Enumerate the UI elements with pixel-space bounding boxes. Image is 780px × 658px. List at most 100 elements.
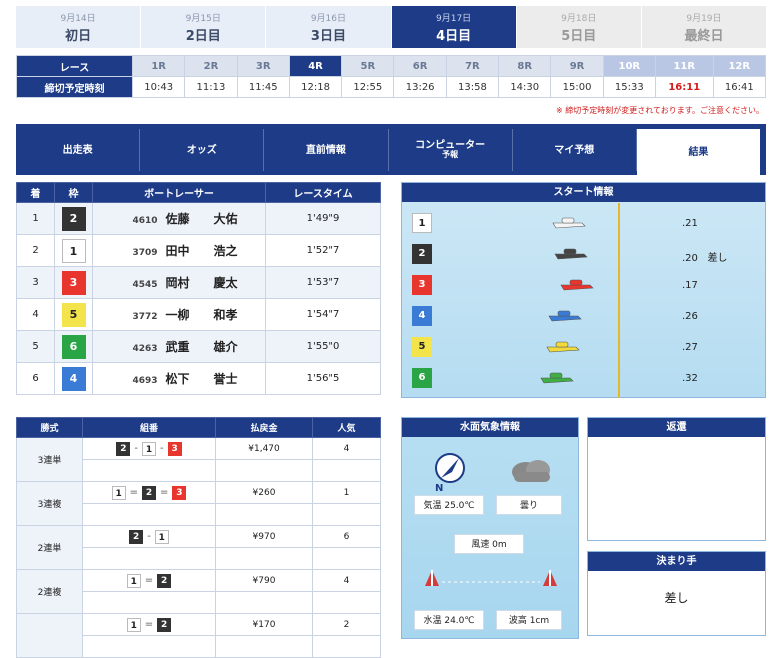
- day-tabs: 9月14日 初日 9月15日 2日目 9月16日 3日目 9月17日 4日目 9月18日 5日目 9…: [16, 6, 767, 48]
- col-time: レースタイム: [265, 182, 381, 203]
- combo-waku: 2: [157, 573, 172, 588]
- waku-cell: 1: [54, 234, 93, 267]
- racer-cell[interactable]: 3709 田中 浩之: [92, 234, 266, 267]
- day-tab[interactable]: 9月17日 4日目: [391, 6, 516, 48]
- day-tab[interactable]: 9月15日 2日目: [141, 6, 266, 48]
- racer-name[interactable]: 松下 誉士: [166, 372, 238, 386]
- race-tab[interactable]: 10R: [602, 55, 656, 77]
- result-row: 2 1 3709 田中 浩之 1'52"7: [16, 234, 381, 267]
- race-schedule-table: レース 1R 2R 3R 4R 5R 6R 7R 8R 9R 10R 11R 12R 締切予定時刻 1…: [16, 55, 767, 98]
- day-tab[interactable]: 9月16日 3日目: [266, 6, 391, 48]
- day-label: 最終日: [684, 28, 724, 44]
- tab-computer-forecast[interactable]: コンピューター 予報: [389, 129, 513, 171]
- waku-cell: 2: [54, 202, 93, 235]
- race-time: 1'53"7: [265, 266, 381, 299]
- rank: 4: [16, 298, 55, 331]
- racer-name[interactable]: 武重 雄介: [166, 340, 238, 354]
- day-date: 9月19日: [686, 13, 722, 24]
- racer-cell[interactable]: 4610 佐藤 大佑: [92, 202, 266, 235]
- weather-title: 水面気象情報: [402, 418, 578, 437]
- wave-height: 波高 1cm: [496, 610, 562, 630]
- empty-cell: [312, 591, 381, 614]
- compass-icon: N: [435, 453, 465, 492]
- race-tab[interactable]: 4R: [288, 55, 343, 77]
- north-label: N: [435, 483, 443, 492]
- result-row: 4 5 3772 一柳 和孝 1'54"7: [16, 298, 381, 331]
- payout-amount: ¥970: [215, 525, 313, 548]
- result-table: 着 枠 ボートレーサー レースタイム 1 2 4610 佐藤 大佑 1'49"9 2…: [16, 182, 381, 395]
- bet-type: 2連単: [16, 525, 83, 570]
- waku-cell: 6: [54, 330, 93, 363]
- race-tab[interactable]: 9R: [550, 55, 604, 77]
- tab-entry-list[interactable]: 出走表: [16, 129, 141, 171]
- race-tab[interactable]: 12R: [712, 55, 767, 77]
- race-tab[interactable]: 8R: [498, 55, 552, 77]
- tab-odds[interactable]: オッズ: [140, 129, 265, 171]
- racer-name[interactable]: 一柳 和孝: [166, 308, 238, 322]
- col-kind: 勝式: [16, 417, 83, 438]
- combo-waku: 1: [111, 485, 126, 500]
- col-popularity: 人気: [312, 417, 381, 438]
- combo-waku: 1: [126, 617, 141, 632]
- st-value: .27: [682, 342, 698, 353]
- race-time: 1'49"9: [265, 202, 381, 235]
- tab-pre-race-info[interactable]: 直前情報: [264, 129, 389, 171]
- day-tab[interactable]: 9月19日最終日: [641, 6, 767, 48]
- rank: 2: [16, 234, 55, 267]
- empty-cell: [312, 503, 381, 526]
- combo-cell: 2-1: [82, 525, 216, 548]
- popularity: 6: [312, 525, 381, 548]
- col-waku: 枠: [54, 182, 93, 203]
- start-row: 4 .26: [402, 302, 767, 332]
- racer-name[interactable]: 田中 浩之: [166, 244, 238, 258]
- racer-reg-no: 4545: [132, 280, 158, 290]
- race-tab[interactable]: 3R: [236, 55, 290, 77]
- combo-separator: =: [144, 575, 154, 586]
- race-tab[interactable]: 1R: [131, 55, 186, 77]
- race-deadline: 16:41: [712, 76, 767, 98]
- racer-cell[interactable]: 4263 武重 雄介: [92, 330, 266, 363]
- popularity: 2: [312, 613, 381, 636]
- race-tab[interactable]: 7R: [445, 55, 500, 77]
- result-row: 1 2 4610 佐藤 大佑 1'49"9: [16, 202, 381, 235]
- waku-number: 3: [412, 275, 432, 295]
- water-temp: 水温 24.0℃: [414, 610, 484, 630]
- empty-cell: [82, 591, 216, 614]
- combo-separator: -: [134, 443, 138, 454]
- combo-cell: 1 = 2: [82, 569, 216, 592]
- waku-number: 5: [61, 302, 86, 327]
- day-tab[interactable]: 9月14日 初日: [16, 6, 141, 48]
- race-tab[interactable]: 2R: [184, 55, 238, 77]
- deadline-notice: ※ 締切予定時刻が変更されております。ご注意ください。: [556, 106, 764, 115]
- start-info-panel: スタート情報 1 .21 2 .20 差し 3 .17 4 .26 5 .27 6…: [401, 182, 766, 398]
- combo-separator: -: [160, 443, 164, 454]
- combo-separator: =: [160, 487, 169, 498]
- combo-waku: 2: [129, 529, 144, 544]
- result-row: 6 4 4693 松下 誉士 1'56"5: [16, 362, 381, 395]
- racer-name[interactable]: 佐藤 大佑: [166, 212, 238, 226]
- combo-separator: =: [129, 487, 138, 498]
- racer-cell[interactable]: 3772 一柳 和孝: [92, 298, 266, 331]
- waku-number: 6: [61, 334, 86, 359]
- combo-waku: 1: [154, 529, 169, 544]
- racer-cell[interactable]: 4693 松下 誉士: [92, 362, 266, 395]
- start-timing: .32: [682, 373, 707, 384]
- tab-results[interactable]: 結果: [636, 129, 761, 175]
- race-deadline: 11:45: [236, 76, 290, 98]
- race-deadline: 12:18: [288, 76, 343, 98]
- tab-my-prediction[interactable]: マイ予想: [513, 129, 637, 171]
- day-label: 初日: [65, 28, 92, 44]
- payout-row: 1 = 2 ¥170 2: [16, 613, 381, 658]
- empty-cell: [312, 547, 381, 570]
- waku-number: 4: [412, 306, 432, 326]
- race-tab[interactable]: 6R: [393, 55, 447, 77]
- race-tab[interactable]: 5R: [341, 55, 395, 77]
- weather-panel: 水面気象情報 N 気温 25.0℃ 曇り 風速 0m 水温 24.0℃ 波高 1…: [401, 417, 579, 639]
- race-tab[interactable]: 11R: [654, 55, 714, 77]
- day-tab[interactable]: 9月18日 5日目: [516, 6, 641, 48]
- racer-name[interactable]: 岡村 慶太: [166, 276, 238, 290]
- combo-waku: 3: [167, 441, 182, 456]
- cloudy-icon: [512, 460, 550, 482]
- racer-cell[interactable]: 4545 岡村 慶太: [92, 266, 266, 299]
- boat-icon: [548, 310, 582, 322]
